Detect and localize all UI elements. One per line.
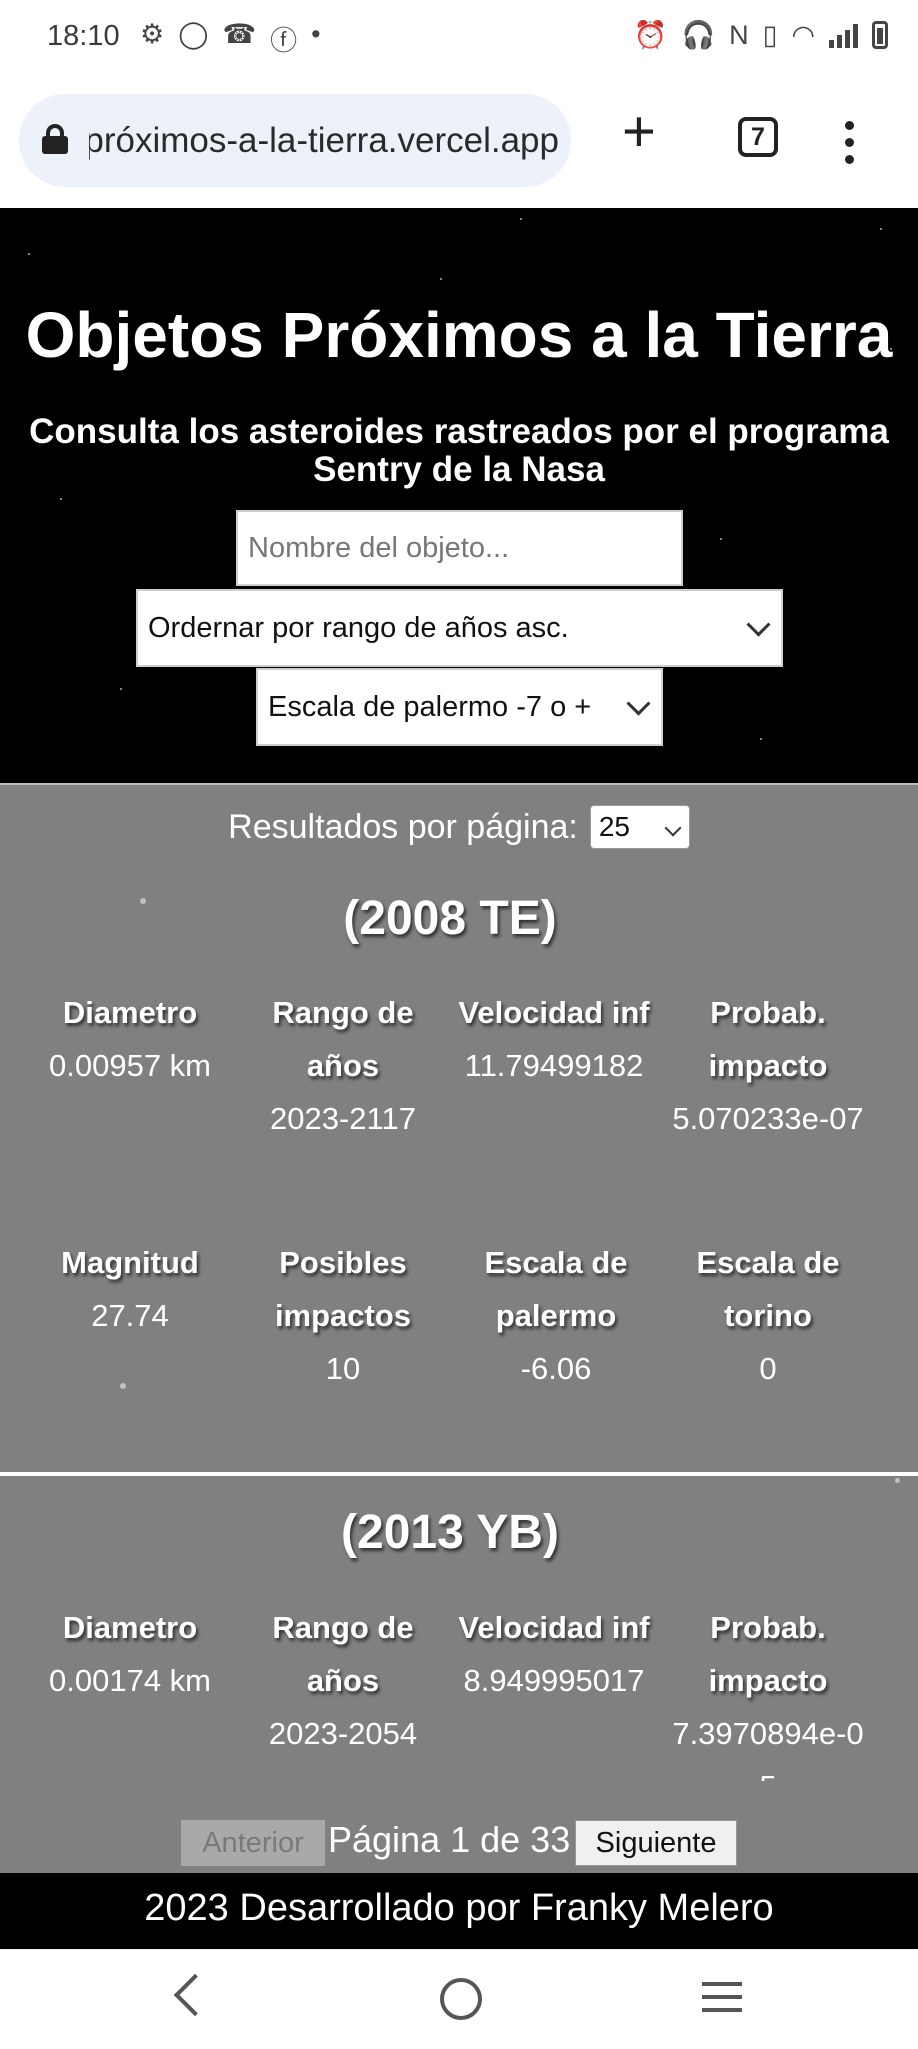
lock-icon bbox=[42, 124, 68, 154]
field-impact-probability: Probab. impacto 5.070233e-07 bbox=[668, 986, 868, 1166]
notification-icons: ⚙ ◯ ☎ ⓕ • bbox=[140, 19, 321, 58]
new-tab-icon[interactable]: + bbox=[622, 103, 656, 161]
palermo-select-value: Escala de palermo -7 o + bbox=[268, 690, 592, 723]
field-value: 2023-2054 bbox=[268, 1716, 418, 1751]
page-indicator: Página 1 de 33 bbox=[328, 1819, 571, 1860]
field-label: Diametro bbox=[62, 995, 198, 1030]
vibrate-icon: ▯ bbox=[762, 19, 778, 50]
system-navigation-bar bbox=[0, 1949, 918, 2049]
field-label: Escala de palermo bbox=[484, 1245, 628, 1333]
chevron-down-icon bbox=[746, 612, 771, 637]
field-label: Rango de años bbox=[272, 1610, 414, 1698]
field-velocity: Velocidad inf 11.79499182 bbox=[454, 986, 654, 1092]
field-label: Rango de años bbox=[272, 995, 414, 1083]
results-section: Resultados por página: 25 (2008 TE) Diam… bbox=[0, 783, 918, 1873]
pagination: Anterior Página 1 de 33 Siguiente bbox=[0, 1817, 918, 1873]
field-label: Probab. impacto bbox=[708, 995, 828, 1083]
field-value: 7.3970894e-05 bbox=[672, 1716, 864, 1781]
field-label: Posibles impactos bbox=[274, 1245, 412, 1333]
url-text[interactable]: próximos-a-la-tierra.vercel.app bbox=[89, 121, 559, 161]
field-value: 0 bbox=[759, 1351, 777, 1386]
object-name: (2008 TE) bbox=[343, 892, 557, 945]
field-diameter: Diametro 0.00174 km bbox=[30, 1601, 230, 1707]
field-value: 27.74 bbox=[91, 1298, 169, 1333]
browser-toolbar: próximos-a-la-tierra.vercel.app + 7 bbox=[0, 75, 918, 209]
per-page-select[interactable]: 25 bbox=[589, 805, 690, 849]
back-icon[interactable] bbox=[173, 1973, 217, 2017]
missed-call-icon: ☎ bbox=[222, 19, 257, 49]
field-value: 8.949995017 bbox=[463, 1663, 645, 1698]
wifi-icon: ◠ bbox=[791, 19, 815, 50]
per-page-value: 25 bbox=[598, 811, 630, 842]
tab-switcher-button[interactable]: 7 bbox=[738, 117, 778, 157]
status-time: 18:10 bbox=[47, 20, 120, 52]
palermo-filter-select[interactable]: Escala de palermo -7 o + bbox=[256, 668, 663, 746]
field-label: Magnitud bbox=[61, 1245, 199, 1280]
dot-icon: • bbox=[311, 19, 321, 49]
field-label: Probab. impacto bbox=[708, 1610, 828, 1698]
field-diameter: Diametro 0.00957 km bbox=[30, 986, 230, 1092]
facebook-icon: ⓕ bbox=[270, 26, 298, 56]
home-icon[interactable] bbox=[440, 1978, 482, 2020]
address-bar[interactable]: próximos-a-la-tierra.vercel.app bbox=[19, 94, 571, 187]
sort-select-value: Ordernar por rango de años asc. bbox=[148, 611, 569, 644]
next-page-button[interactable]: Siguiente bbox=[575, 1820, 737, 1866]
field-palermo: Escala de palermo -6.06 bbox=[456, 1236, 656, 1395]
field-value: -6.06 bbox=[520, 1351, 592, 1386]
whatsapp-icon: ◯ bbox=[178, 19, 209, 49]
overflow-menu-icon[interactable] bbox=[845, 121, 855, 172]
field-value: 0.00174 km bbox=[49, 1663, 211, 1698]
field-velocity: Velocidad inf 8.949995017 bbox=[454, 1601, 654, 1707]
settings-icon: ⚙ bbox=[140, 19, 165, 49]
chevron-down-icon bbox=[664, 819, 682, 837]
chevron-down-icon bbox=[626, 691, 651, 716]
recent-apps-icon[interactable] bbox=[702, 1982, 742, 2021]
field-value: 2023-2117 bbox=[270, 1101, 416, 1136]
previous-page-button[interactable]: Anterior bbox=[181, 1820, 325, 1866]
per-page-label: Resultados por página: bbox=[228, 807, 578, 846]
field-label: Escala de torino bbox=[696, 1245, 840, 1333]
field-torino: Escala de torino 0 bbox=[668, 1236, 868, 1395]
headphones-icon: 🎧 bbox=[681, 20, 716, 50]
card-divider bbox=[0, 1472, 918, 1476]
field-value: 0.00957 km bbox=[49, 1048, 211, 1083]
page-header: Objetos Próximos a la Tierra Consulta lo… bbox=[0, 208, 918, 783]
field-year-range: Rango de años 2023-2054 bbox=[243, 1601, 443, 1760]
field-impact-probability: Probab. impacto 7.3970894e-05 bbox=[668, 1601, 868, 1781]
field-possible-impacts: Posibles impactos 10 bbox=[243, 1236, 443, 1395]
field-magnitude: Magnitud 27.74 bbox=[30, 1236, 230, 1342]
field-label: Velocidad inf bbox=[458, 995, 650, 1030]
per-page-control: Resultados por página: 25 bbox=[0, 805, 918, 849]
field-value: 10 bbox=[325, 1351, 361, 1386]
nfc-icon: N bbox=[729, 19, 749, 50]
system-icons: ⏰ 🎧 N ▯ ◠ bbox=[634, 19, 888, 51]
page-title: Objetos Próximos a la Tierra bbox=[25, 299, 893, 371]
status-bar: 18:10 ⚙ ◯ ☎ ⓕ • ⏰ 🎧 N ▯ ◠ bbox=[0, 0, 918, 75]
page-footer: 2023 Desarrollado por Franky Melero bbox=[0, 1873, 918, 1949]
search-input[interactable] bbox=[236, 510, 683, 586]
field-year-range: Rango de años 2023-2117 bbox=[243, 986, 443, 1145]
object-name: (2013 YB) bbox=[341, 1506, 559, 1559]
battery-icon bbox=[872, 21, 888, 49]
alarm-icon: ⏰ bbox=[633, 20, 668, 50]
field-value: 5.070233e-07 bbox=[672, 1101, 864, 1136]
page-subtitle: Consulta los asteroides rastreados por e… bbox=[29, 412, 889, 489]
field-label: Diametro bbox=[62, 1610, 198, 1645]
field-value: 11.79499182 bbox=[464, 1048, 644, 1083]
signal-icon bbox=[829, 22, 858, 48]
field-label: Velocidad inf bbox=[458, 1610, 650, 1645]
divider bbox=[0, 783, 918, 785]
sort-select[interactable]: Ordernar por rango de años asc. bbox=[136, 589, 783, 667]
